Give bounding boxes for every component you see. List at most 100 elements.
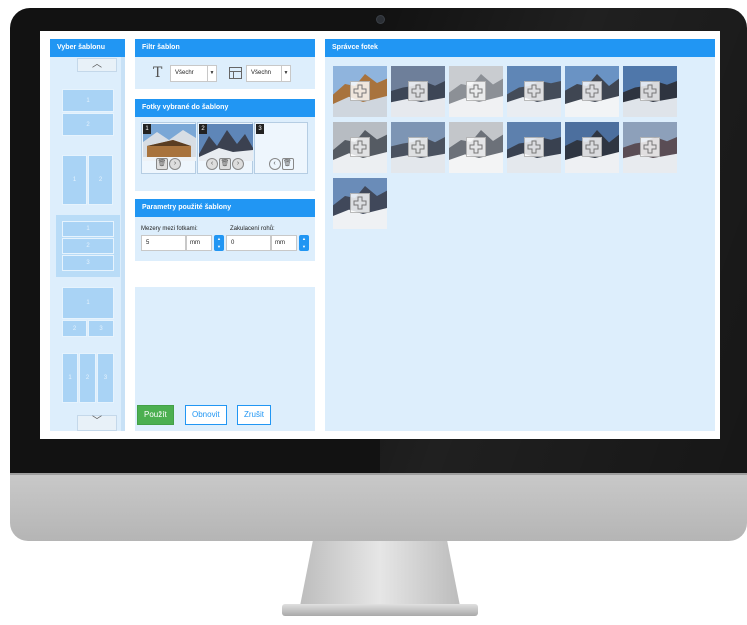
chevron-down-icon: ▼ (207, 65, 216, 81)
delete-icon[interactable]: 🗑 (281, 158, 294, 170)
photo-manager-title: Správce fotek (325, 39, 715, 57)
filter-row: T Všechr ▼ Všechn ▼ (153, 63, 291, 83)
photo-slot-2[interactable]: 2 ‹ 🗑 › (197, 122, 253, 174)
photo-slot-3[interactable]: 3 ‹ 🗑 (254, 122, 308, 174)
spacing-stepper[interactable]: ▲ ▼ (214, 235, 224, 251)
arrow-right-icon[interactable]: › (169, 158, 181, 170)
template-panel-title: Vyber šablonu (50, 39, 125, 57)
template-cell: 3 (88, 320, 114, 337)
add-photo-icon[interactable] (582, 81, 602, 101)
corner-input[interactable]: 0 (226, 235, 271, 251)
selected-photos-title: Fotky vybrané do šablony (135, 99, 315, 117)
template-cell: 3 (62, 255, 114, 271)
template-cell: 3 (97, 353, 114, 403)
app-screen: Vyber šablonu ︿ 1 2 1 2 1 2 3 1 2 3 1 2 … (40, 31, 720, 439)
template-cell: 1 (62, 89, 114, 112)
add-photo-icon[interactable] (350, 193, 370, 213)
template-cell: 2 (62, 113, 114, 136)
corner-unit: mm (271, 235, 297, 251)
template-option-4[interactable]: 1 2 3 (56, 281, 120, 343)
slot-controls: ‹ 🗑 (255, 158, 307, 172)
chevron-down-icon: ﹀ (92, 416, 102, 427)
corner-stepper[interactable]: ▲ ▼ (299, 235, 309, 251)
apply-button[interactable]: Použít (137, 405, 174, 425)
add-photo-icon[interactable] (466, 137, 486, 157)
filter-select-layout-value: Všechn (251, 69, 272, 76)
photo-manager-panel: Správce fotek (325, 39, 715, 431)
slot-number: 3 (256, 124, 264, 134)
actions-area: Použít Obnovit Zrušit (135, 287, 315, 431)
filter-select-text[interactable]: Všechr ▼ (170, 64, 217, 82)
selected-photos-slots: 1 🗑 › 2 ‹ 🗑 › 3 ‹ 🗑 (135, 117, 315, 191)
slot-controls: 🗑 › (142, 158, 195, 172)
slot-number: 1 (143, 124, 151, 134)
photo-slot-1[interactable]: 1 🗑 › (141, 122, 196, 174)
photo-thumbnail[interactable] (449, 66, 503, 117)
add-photo-icon[interactable] (640, 81, 660, 101)
template-list[interactable]: ︿ 1 2 1 2 1 2 3 1 2 3 1 2 3 ﹀ (50, 57, 125, 431)
filter-panel-title: Filtr šablon (135, 39, 315, 57)
scroll-up-button[interactable]: ︿ (77, 58, 117, 72)
slot-photo-image (199, 124, 253, 161)
text-icon: T (153, 65, 163, 81)
slot-controls: ‹ 🗑 › (198, 158, 252, 172)
arrow-left-icon[interactable]: ‹ (268, 158, 281, 170)
photo-thumbnail[interactable] (333, 122, 387, 173)
photo-thumbnail[interactable] (449, 122, 503, 173)
photo-thumbnail[interactable] (391, 122, 445, 173)
monitor-stand-neck (300, 541, 460, 606)
photo-thumbnail[interactable] (507, 66, 561, 117)
template-cell: 1 (62, 287, 114, 319)
chevron-down-icon: ▼ (281, 65, 290, 81)
photo-thumbnail[interactable] (391, 66, 445, 117)
template-cell: 2 (88, 155, 113, 205)
filter-select-text-value: Všechr (175, 69, 194, 76)
stepper-down-icon: ▼ (302, 244, 306, 249)
photo-thumbnail[interactable] (507, 122, 561, 173)
arrow-left-icon[interactable]: ‹ (206, 158, 218, 170)
scroll-down-button[interactable]: ﹀ (77, 415, 117, 431)
template-cell: 1 (62, 221, 114, 237)
photo-thumbnail[interactable] (623, 122, 677, 173)
photo-thumbnail[interactable] (565, 66, 619, 117)
template-scrollbar[interactable] (121, 57, 125, 431)
slot-number: 2 (199, 124, 207, 134)
template-option-5[interactable]: 1 2 3 (56, 347, 120, 409)
add-photo-icon[interactable] (350, 81, 370, 101)
stepper-up-icon: ▲ (302, 236, 306, 241)
template-option-3[interactable]: 1 2 3 (56, 215, 120, 277)
cancel-button[interactable]: Zrušit (237, 405, 271, 425)
template-cell: 1 (62, 155, 87, 205)
selected-photos-panel: Fotky vybrané do šablony 1 🗑 › 2 ‹ 🗑 › 3… (135, 99, 315, 191)
add-photo-icon[interactable] (350, 137, 370, 157)
spacing-input[interactable]: 5 (141, 235, 186, 251)
refresh-button[interactable]: Obnovit (185, 405, 227, 425)
add-photo-icon[interactable] (582, 137, 602, 157)
template-cell: 2 (62, 320, 87, 337)
arrow-right-icon[interactable]: › (232, 158, 244, 170)
photo-thumbnail[interactable] (623, 66, 677, 117)
template-option-2[interactable]: 1 2 (56, 149, 120, 211)
delete-icon[interactable]: 🗑 (219, 158, 231, 170)
spacing-label: Mezery mezi fotkami: (141, 226, 198, 232)
add-photo-icon[interactable] (466, 81, 486, 101)
template-option-1[interactable]: 1 2 (56, 83, 120, 143)
chevron-up-icon: ︿ (92, 59, 102, 70)
add-photo-icon[interactable] (524, 81, 544, 101)
filter-select-layout[interactable]: Všechn ▼ (246, 64, 291, 82)
template-panel: Vyber šablonu ︿ 1 2 1 2 1 2 3 1 2 3 1 2 … (50, 39, 125, 431)
photo-thumbnail[interactable] (333, 66, 387, 117)
photo-thumbnail[interactable] (565, 122, 619, 173)
template-params-panel: Parametry použité šablony Mezery mezi fo… (135, 199, 315, 261)
add-photo-icon[interactable] (640, 137, 660, 157)
photo-thumbnail[interactable] (333, 178, 387, 229)
filter-panel: Filtr šablon T Všechr ▼ Všechn ▼ (135, 39, 315, 89)
add-photo-icon[interactable] (408, 137, 428, 157)
add-photo-icon[interactable] (408, 81, 428, 101)
monitor-stand-foot (282, 604, 478, 616)
delete-icon[interactable]: 🗑 (156, 158, 168, 170)
spacing-unit: mm (186, 235, 212, 251)
template-cell: 2 (62, 238, 114, 254)
stepper-up-icon: ▲ (217, 236, 221, 241)
add-photo-icon[interactable] (524, 137, 544, 157)
